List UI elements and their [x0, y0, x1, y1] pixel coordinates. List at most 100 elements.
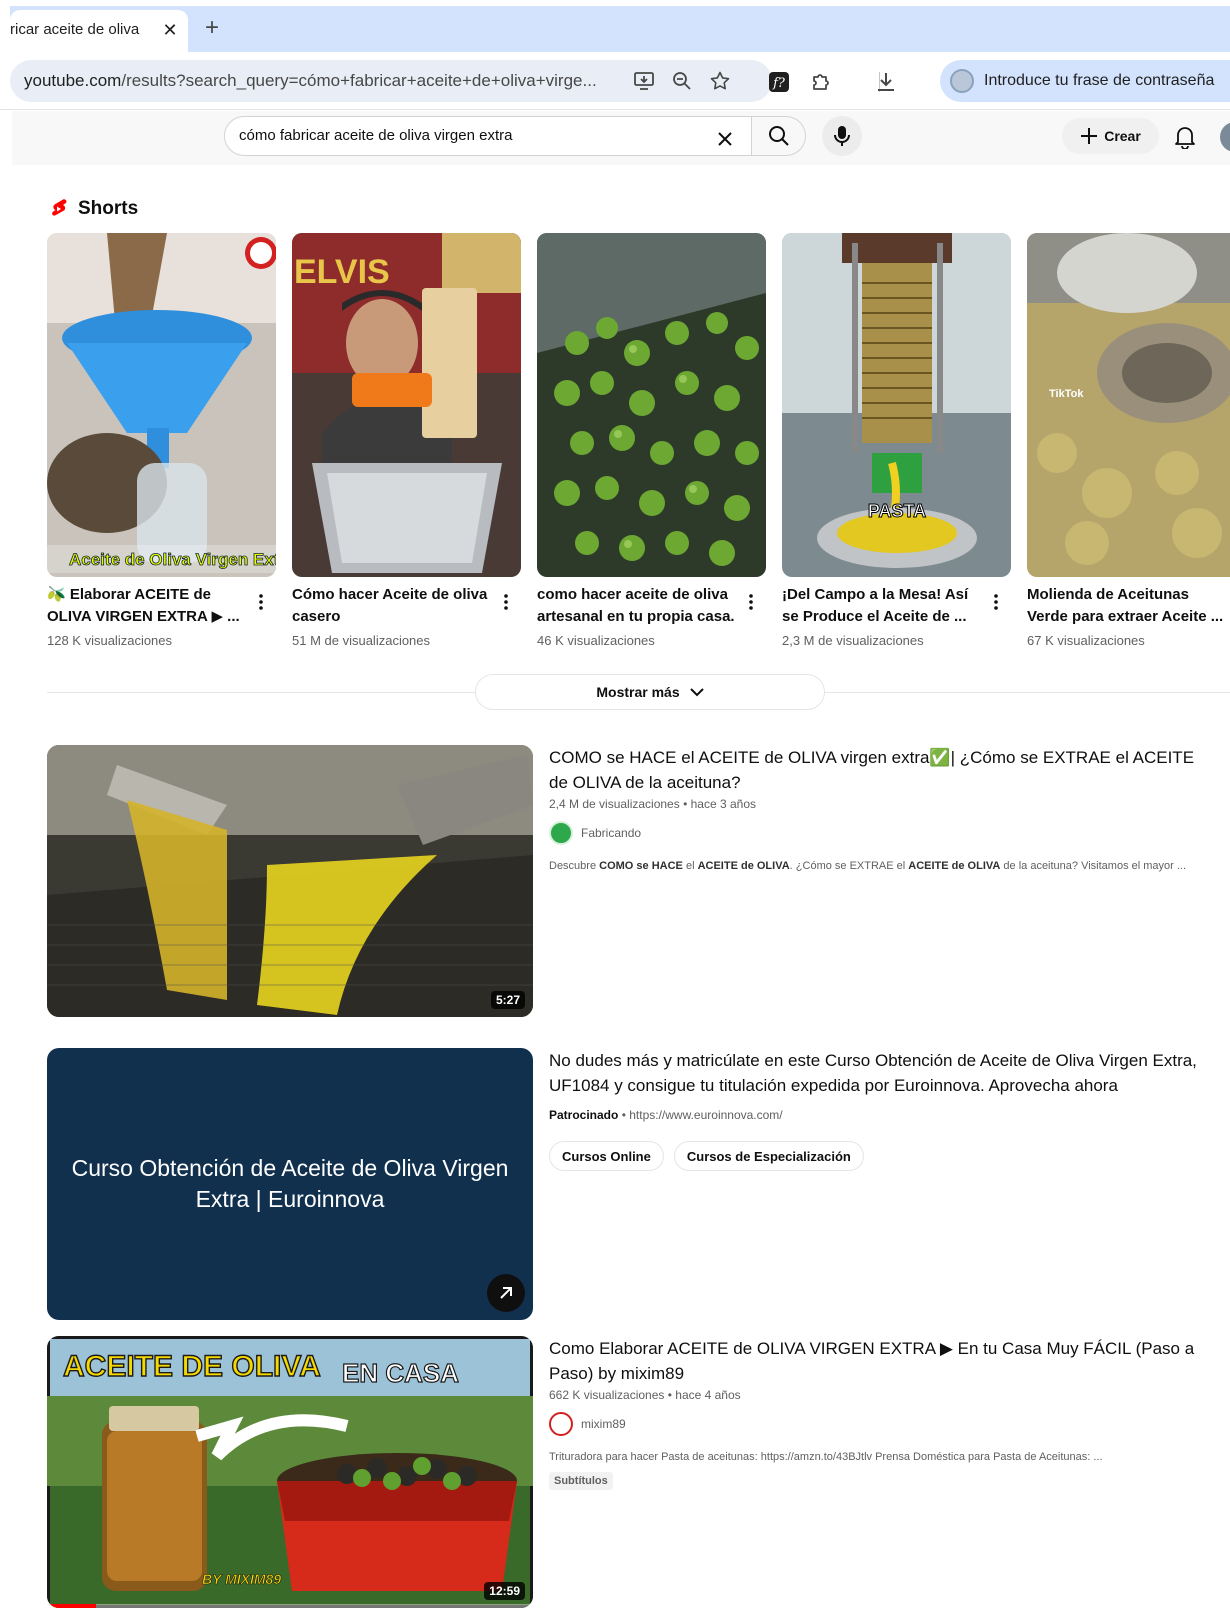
- install-app-icon[interactable]: [632, 69, 656, 93]
- profile-avatar: [950, 69, 974, 93]
- desc-part: Descubre: [549, 860, 600, 872]
- more-options-icon[interactable]: [743, 591, 759, 613]
- new-tab-icon[interactable]: +: [200, 16, 224, 40]
- short-title[interactable]: Cómo hacer Aceite de oliva casero: [292, 584, 492, 628]
- sitelink-chip[interactable]: Cursos Online: [549, 1141, 664, 1171]
- search-icon: [768, 126, 789, 146]
- show-more-label: Mostrar más: [596, 684, 680, 700]
- short-title[interactable]: como hacer aceite de oliva artesanal en …: [537, 584, 737, 628]
- svg-text:f?: f?: [772, 76, 786, 91]
- extensions-puzzle-icon[interactable]: [808, 69, 834, 95]
- zoom-icon[interactable]: [670, 69, 694, 93]
- video-meta: 2,4 M de visualizaciones • hace 3 años: [549, 797, 756, 811]
- short-title[interactable]: 🫒 Elaborar ACEITE de OLIVA VIRGEN EXTRA …: [47, 584, 247, 628]
- short-card[interactable]: como hacer aceite de oliva artesanal en …: [537, 233, 766, 648]
- sitelink-chip[interactable]: Cursos de Especialización: [673, 1141, 864, 1171]
- shorts-heading: Shorts: [50, 196, 138, 222]
- video-thumbnail[interactable]: 5:27: [47, 745, 533, 1017]
- external-link-icon[interactable]: [487, 1274, 525, 1312]
- channel-link[interactable]: mixim89: [549, 1412, 626, 1436]
- desc-part: el: [682, 860, 698, 872]
- channel-link[interactable]: Fabricando: [549, 821, 641, 845]
- formula-extension-icon[interactable]: f?: [766, 69, 792, 95]
- short-overlay-text: ELVIS: [294, 253, 390, 291]
- video-description: Trituradora para hacer Pasta de aceituna…: [549, 1451, 1103, 1463]
- sponsored-url[interactable]: https://www.euroinnova.com/: [629, 1108, 782, 1122]
- browser-toolbar: youtube.com/results?search_query=cómo+fa…: [0, 56, 1230, 110]
- password-manager-chip[interactable]: Introduce tu frase de contraseña: [940, 60, 1230, 102]
- short-views: 128 K visualizaciones: [47, 633, 173, 648]
- password-prompt: Introduce tu frase de contraseña: [984, 72, 1215, 89]
- sponsored-result[interactable]: Curso Obtención de Aceite de Oliva Virge…: [47, 1048, 1230, 1320]
- account-avatar[interactable]: [1220, 122, 1230, 152]
- tab-strip: ricar aceite de oliva ✕ +: [0, 0, 1230, 56]
- active-tab[interactable]: ricar aceite de oliva ✕: [10, 10, 188, 52]
- thumbnail-credit-text: BY MIXIM89: [202, 1571, 281, 1587]
- short-overlay-text: Aceite de Oliva Virgen Extra: [69, 550, 276, 569]
- create-label: Crear: [1104, 128, 1141, 144]
- video-duration: 5:27: [490, 991, 525, 1009]
- clear-search-icon[interactable]: [714, 128, 736, 150]
- search-input[interactable]: cómo fabricar aceite de oliva virgen ext…: [239, 127, 679, 144]
- url-host: youtube.com: [24, 71, 122, 90]
- tab-title: ricar aceite de oliva: [10, 21, 140, 38]
- bookmark-star-icon[interactable]: [708, 69, 732, 93]
- short-thumbnail[interactable]: ELVIS: [292, 233, 521, 577]
- tab-strip-background: [10, 6, 1230, 52]
- short-title[interactable]: ¡Del Campo a la Mesa! Así se Produce el …: [782, 584, 982, 628]
- desc-bold: COMO se HACE: [599, 860, 683, 872]
- ad-title[interactable]: No dudes más y matricúlate en este Curso…: [549, 1048, 1209, 1098]
- short-thumbnail[interactable]: PASTA: [782, 233, 1011, 577]
- video-title[interactable]: COMO se HACE el ACEITE de OLIVA virgen e…: [549, 745, 1209, 795]
- voice-search-button[interactable]: [822, 116, 862, 156]
- sponsored-label: Patrocinado: [549, 1108, 619, 1122]
- desc-part: . ¿Cómo se EXTRAE el: [789, 860, 909, 872]
- short-thumbnail[interactable]: Aceite de Oliva Virgen Extra: [47, 233, 276, 577]
- video-duration: 12:59: [484, 1582, 525, 1600]
- more-options-icon[interactable]: [253, 591, 269, 613]
- short-views: 46 K visualizaciones: [537, 633, 655, 648]
- microphone-icon: [834, 126, 850, 146]
- short-card[interactable]: TikTok Molienda de Aceitunas Verde para …: [1027, 233, 1230, 648]
- short-views: 2,3 M de visualizaciones: [782, 633, 924, 648]
- channel-name[interactable]: Fabricando: [581, 826, 641, 840]
- video-thumbnail[interactable]: ACEITE DE OLIVA EN CASA BY MIXIM89 12:59: [47, 1336, 533, 1608]
- channel-avatar[interactable]: [549, 821, 573, 845]
- notifications-bell-icon[interactable]: [1172, 124, 1198, 150]
- download-icon[interactable]: [873, 69, 899, 95]
- more-options-icon[interactable]: [498, 591, 514, 613]
- short-overlay-text: PASTA: [868, 501, 926, 521]
- address-bar[interactable]: youtube.com/results?search_query=cómo+fa…: [10, 60, 772, 102]
- watch-progress-bar: [47, 1604, 533, 1608]
- subtitles-badge: Subtítulos: [549, 1472, 613, 1490]
- plus-icon: [1081, 128, 1098, 144]
- show-more-button[interactable]: Mostrar más: [475, 674, 825, 710]
- shorts-shelf: Aceite de Oliva Virgen Extra 🫒 Elaborar …: [47, 233, 1230, 653]
- url-text[interactable]: youtube.com/results?search_query=cómo+fa…: [24, 71, 644, 91]
- short-thumbnail[interactable]: [537, 233, 766, 577]
- tab-close-icon[interactable]: ✕: [158, 18, 182, 42]
- short-title[interactable]: Molienda de Aceitunas Verde para extraer…: [1027, 584, 1227, 628]
- channel-avatar[interactable]: [549, 1412, 573, 1436]
- channel-name[interactable]: mixim89: [581, 1417, 626, 1431]
- video-title[interactable]: Como Elaborar ACEITE de OLIVA VIRGEN EXT…: [549, 1336, 1209, 1386]
- short-card[interactable]: PASTA ¡Del Campo a la Mesa! Así se Produ…: [782, 233, 1011, 648]
- shorts-logo-icon: [52, 199, 67, 216]
- ad-sitelinks: Cursos Online Cursos de Especialización: [549, 1141, 874, 1171]
- ad-card[interactable]: Curso Obtención de Aceite de Oliva Virge…: [47, 1048, 533, 1320]
- thumbnail-subtitle-text: EN CASA: [342, 1358, 459, 1388]
- video-description: Descubre COMO se HACE el ACEITE de OLIVA…: [549, 860, 1209, 872]
- short-card[interactable]: ELVIS Cómo hacer Aceite de oliva casero …: [292, 233, 521, 648]
- search-button[interactable]: [752, 116, 806, 156]
- video-result[interactable]: ACEITE DE OLIVA EN CASA BY MIXIM89 12:59…: [47, 1336, 1230, 1608]
- search-box[interactable]: cómo fabricar aceite de oliva virgen ext…: [224, 116, 752, 156]
- desc-part: de la aceituna? Visitamos el mayor ...: [1000, 860, 1187, 872]
- create-button[interactable]: Crear: [1062, 118, 1159, 154]
- short-views: 51 M de visualizaciones: [292, 633, 431, 648]
- video-result[interactable]: 5:27 COMO se HACE el ACEITE de OLIVA vir…: [47, 745, 1230, 1017]
- more-options-icon[interactable]: [988, 591, 1004, 613]
- short-card[interactable]: Aceite de Oliva Virgen Extra 🫒 Elaborar …: [47, 233, 276, 648]
- desc-bold: ACEITE de OLIVA: [908, 860, 1001, 872]
- url-path: /results?search_query=cómo+fabricar+acei…: [121, 71, 597, 90]
- short-thumbnail[interactable]: TikTok: [1027, 233, 1230, 577]
